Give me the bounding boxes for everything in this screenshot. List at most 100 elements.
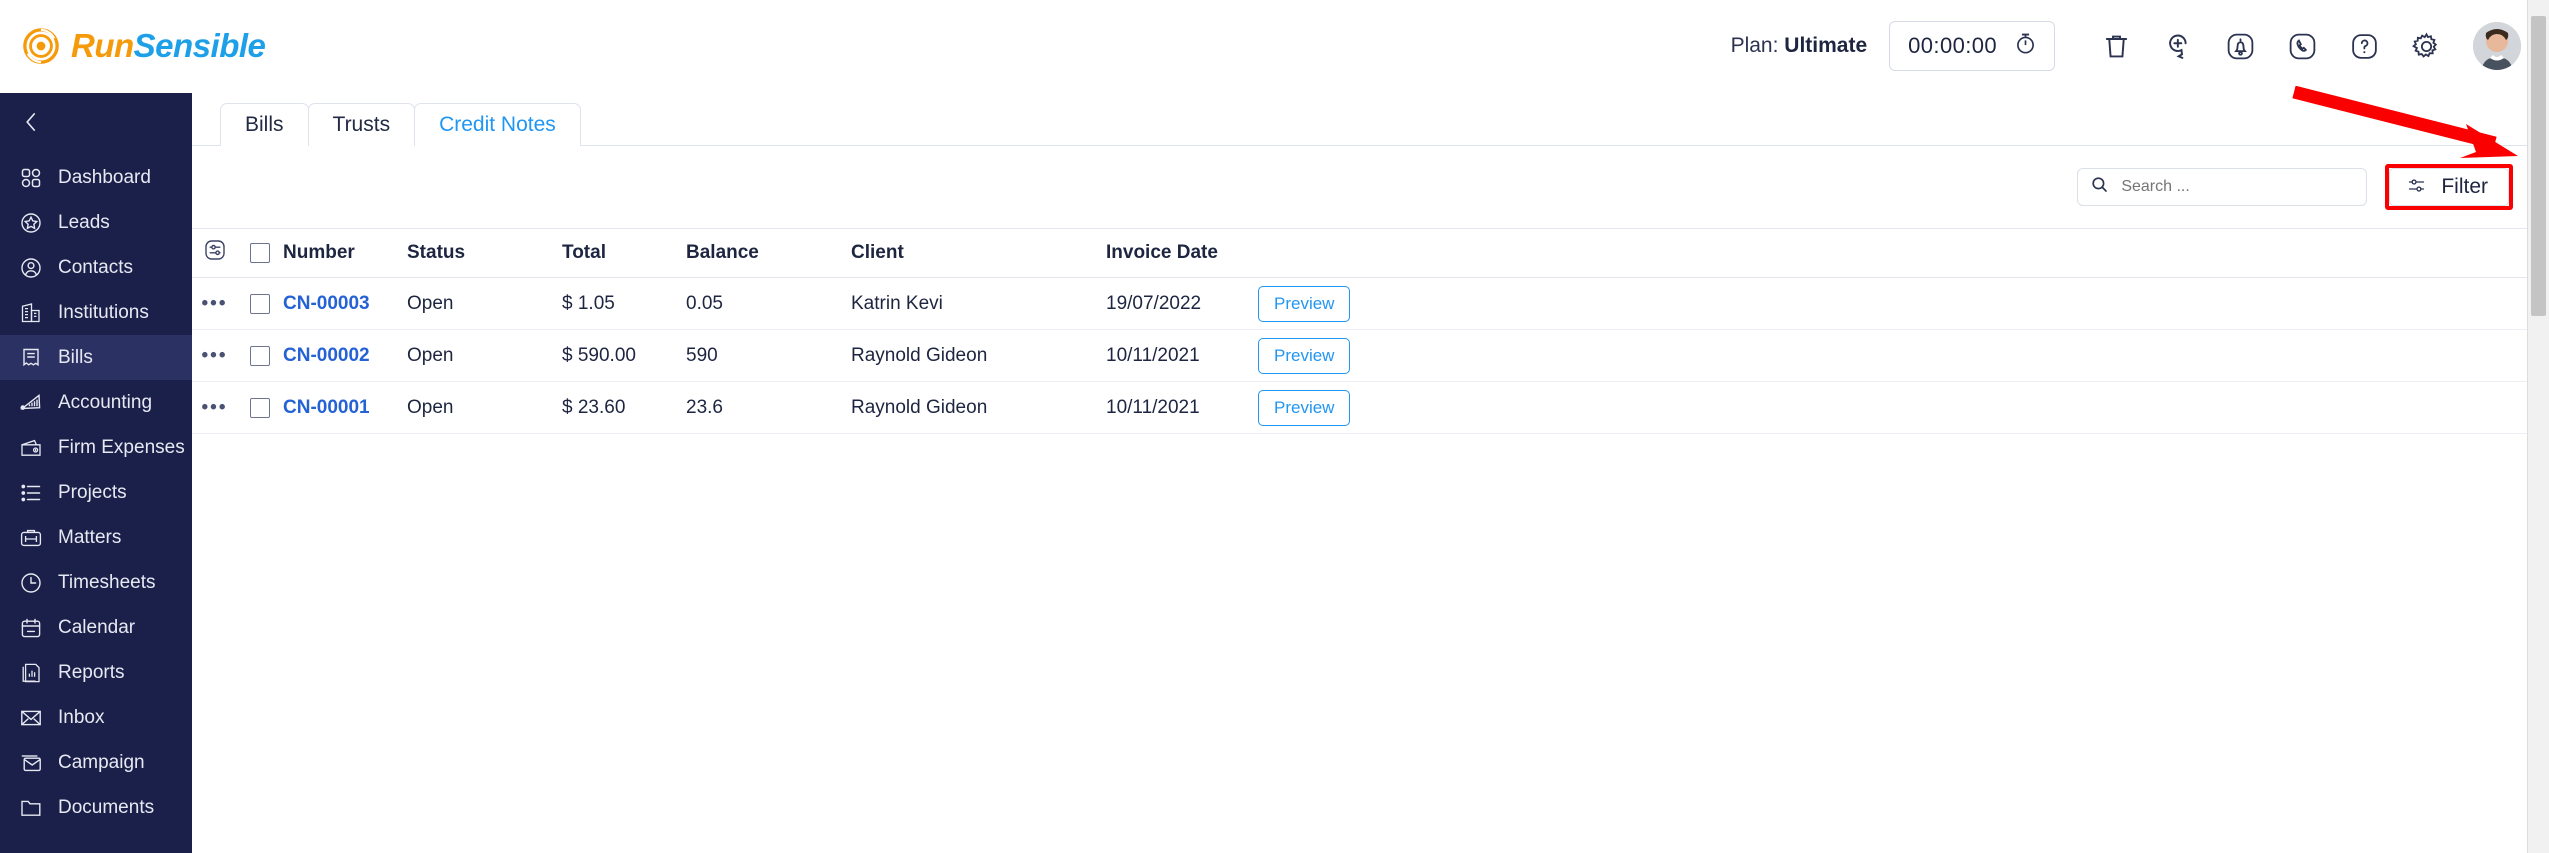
settings-gear-icon[interactable] — [2395, 15, 2457, 77]
row-status: Open — [407, 292, 454, 314]
column-header-total[interactable]: Total — [562, 242, 686, 264]
help-icon[interactable] — [2333, 15, 2395, 77]
sidebar-item-bills[interactable]: Bills — [0, 335, 192, 380]
column-header-balance[interactable]: Balance — [686, 242, 851, 264]
row-invoice-date: 10/11/2021 — [1106, 344, 1200, 366]
credit-note-number-link[interactable]: CN-00001 — [283, 397, 370, 418]
row-options-icon: ••• — [201, 292, 228, 314]
sidebar-item-calendar[interactable]: Calendar — [0, 605, 192, 650]
tab-credit-notes[interactable]: Credit Notes — [414, 103, 581, 146]
sidebar-item-label: Reports — [58, 661, 125, 683]
stopwatch-icon[interactable] — [2013, 31, 2038, 61]
phone-icon[interactable] — [2271, 15, 2333, 77]
filter-highlight-box: Filter — [2385, 164, 2513, 210]
column-header-status[interactable]: Status — [407, 242, 562, 264]
filter-button[interactable]: Filter — [2389, 168, 2509, 206]
sidebar-item-label: Calendar — [58, 616, 136, 638]
column-header-invoice-date[interactable]: Invoice Date — [1106, 242, 1258, 264]
plan-prefix: Plan: — [1730, 34, 1779, 57]
sidebar-item-timesheets[interactable]: Timesheets — [0, 560, 192, 605]
credit-note-number-link[interactable]: CN-00002 — [283, 345, 370, 366]
sidebar-item-accounting[interactable]: Accounting — [0, 380, 192, 425]
scrollbar-thumb[interactable] — [2531, 16, 2546, 316]
notification-bell-icon[interactable] — [2209, 15, 2271, 77]
add-task-icon[interactable] — [2147, 15, 2209, 77]
sidebar-item-label: Dashboard — [58, 166, 151, 188]
plan-indicator: Plan: Ultimate — [1731, 34, 1868, 58]
chevron-left-icon — [18, 109, 44, 140]
select-all-checkbox-cell — [237, 243, 283, 263]
row-balance: 23.6 — [686, 396, 723, 418]
sidebar-item-documents[interactable]: Documents — [0, 785, 192, 830]
projects-icon — [18, 480, 44, 506]
tab-label: Trusts — [332, 113, 391, 136]
row-menu-button[interactable]: ••• — [192, 293, 237, 315]
preview-button[interactable]: Preview — [1258, 389, 1351, 426]
row-client: Raynold Gideon — [851, 396, 988, 418]
row-options-icon: ••• — [201, 344, 228, 366]
dashboard-icon — [18, 165, 44, 191]
row-total: $ 590.00 — [562, 344, 636, 366]
table-toolbar: Filter — [192, 146, 2549, 228]
column-header-number[interactable]: Number — [283, 242, 407, 264]
search-input[interactable] — [2121, 178, 2355, 196]
tab-bills[interactable]: Bills — [220, 103, 309, 146]
sidebar-item-projects[interactable]: Projects — [0, 470, 192, 515]
sidebar-item-institutions[interactable]: Institutions — [0, 290, 192, 335]
sidebar-item-leads[interactable]: Leads — [0, 200, 192, 245]
sidebar-item-inbox[interactable]: Inbox — [0, 695, 192, 740]
column-header-client[interactable]: Client — [851, 242, 1106, 264]
timer-value: 00:00:00 — [1908, 33, 1997, 58]
row-client: Raynold Gideon — [851, 344, 988, 366]
sidebar-item-campaign[interactable]: Campaign — [0, 740, 192, 785]
row-total: $ 23.60 — [562, 396, 626, 418]
search-box[interactable] — [2077, 168, 2368, 206]
contacts-icon — [18, 255, 44, 281]
tab-label: Credit Notes — [439, 113, 556, 136]
firm-expenses-icon — [18, 435, 44, 461]
column-settings-button[interactable] — [192, 238, 237, 268]
inbox-icon — [18, 705, 44, 731]
top-header-bar: RunSensible Plan: Ultimate 00:00:00 — [0, 0, 2549, 93]
sidebar-item-label: Documents — [58, 796, 155, 818]
row-client: Katrin Kevi — [851, 292, 943, 314]
sidebar-item-dashboard[interactable]: Dashboard — [0, 155, 192, 200]
sidebar-item-matters[interactable]: Matters — [0, 515, 192, 560]
row-invoice-date: 19/07/2022 — [1106, 292, 1202, 314]
select-all-checkbox[interactable] — [250, 243, 270, 263]
sidebar-item-label: Matters — [58, 526, 122, 548]
preview-button[interactable]: Preview — [1258, 285, 1351, 322]
sidebar-item-label: Accounting — [58, 391, 153, 413]
reports-icon — [18, 660, 44, 686]
vertical-scrollbar[interactable] — [2527, 0, 2549, 853]
timer-widget[interactable]: 00:00:00 — [1889, 21, 2055, 71]
table-row[interactable]: ••• CN-00002 Open $ 590.00 590 Raynold G… — [192, 330, 2549, 382]
timesheets-icon — [18, 570, 44, 596]
row-checkbox[interactable] — [250, 345, 270, 366]
table-row[interactable]: ••• CN-00003 Open $ 1.05 0.05 Katrin Kev… — [192, 278, 2549, 330]
app-logo[interactable]: RunSensible — [22, 27, 266, 65]
header-actions: Plan: Ultimate 00:00:00 — [1731, 15, 2549, 77]
sidebar-collapse-button[interactable] — [0, 93, 192, 155]
table-row[interactable]: ••• CN-00001 Open $ 23.60 23.6 Raynold G… — [192, 382, 2549, 434]
row-balance: 590 — [686, 344, 718, 366]
filter-label: Filter — [2441, 175, 2488, 198]
row-checkbox-cell — [237, 293, 283, 314]
row-options-icon: ••• — [201, 396, 228, 418]
sidebar-item-reports[interactable]: Reports — [0, 650, 192, 695]
trash-icon[interactable] — [2085, 15, 2147, 77]
tab-trusts[interactable]: Trusts — [307, 103, 416, 146]
user-avatar[interactable] — [2473, 22, 2521, 70]
row-checkbox[interactable] — [250, 293, 270, 314]
row-menu-button[interactable]: ••• — [192, 397, 237, 419]
filter-sliders-icon — [2406, 175, 2427, 199]
credit-note-number-link[interactable]: CN-00003 — [283, 293, 370, 314]
row-checkbox[interactable] — [250, 397, 270, 418]
accounting-icon — [18, 390, 44, 416]
row-menu-button[interactable]: ••• — [192, 345, 237, 367]
sidebar-item-contacts[interactable]: Contacts — [0, 245, 192, 290]
tab-label: Bills — [245, 113, 284, 136]
sidebar-item-label: Inbox — [58, 706, 105, 728]
preview-button[interactable]: Preview — [1258, 337, 1351, 374]
sidebar-item-firm-expenses[interactable]: Firm Expenses — [0, 425, 192, 470]
